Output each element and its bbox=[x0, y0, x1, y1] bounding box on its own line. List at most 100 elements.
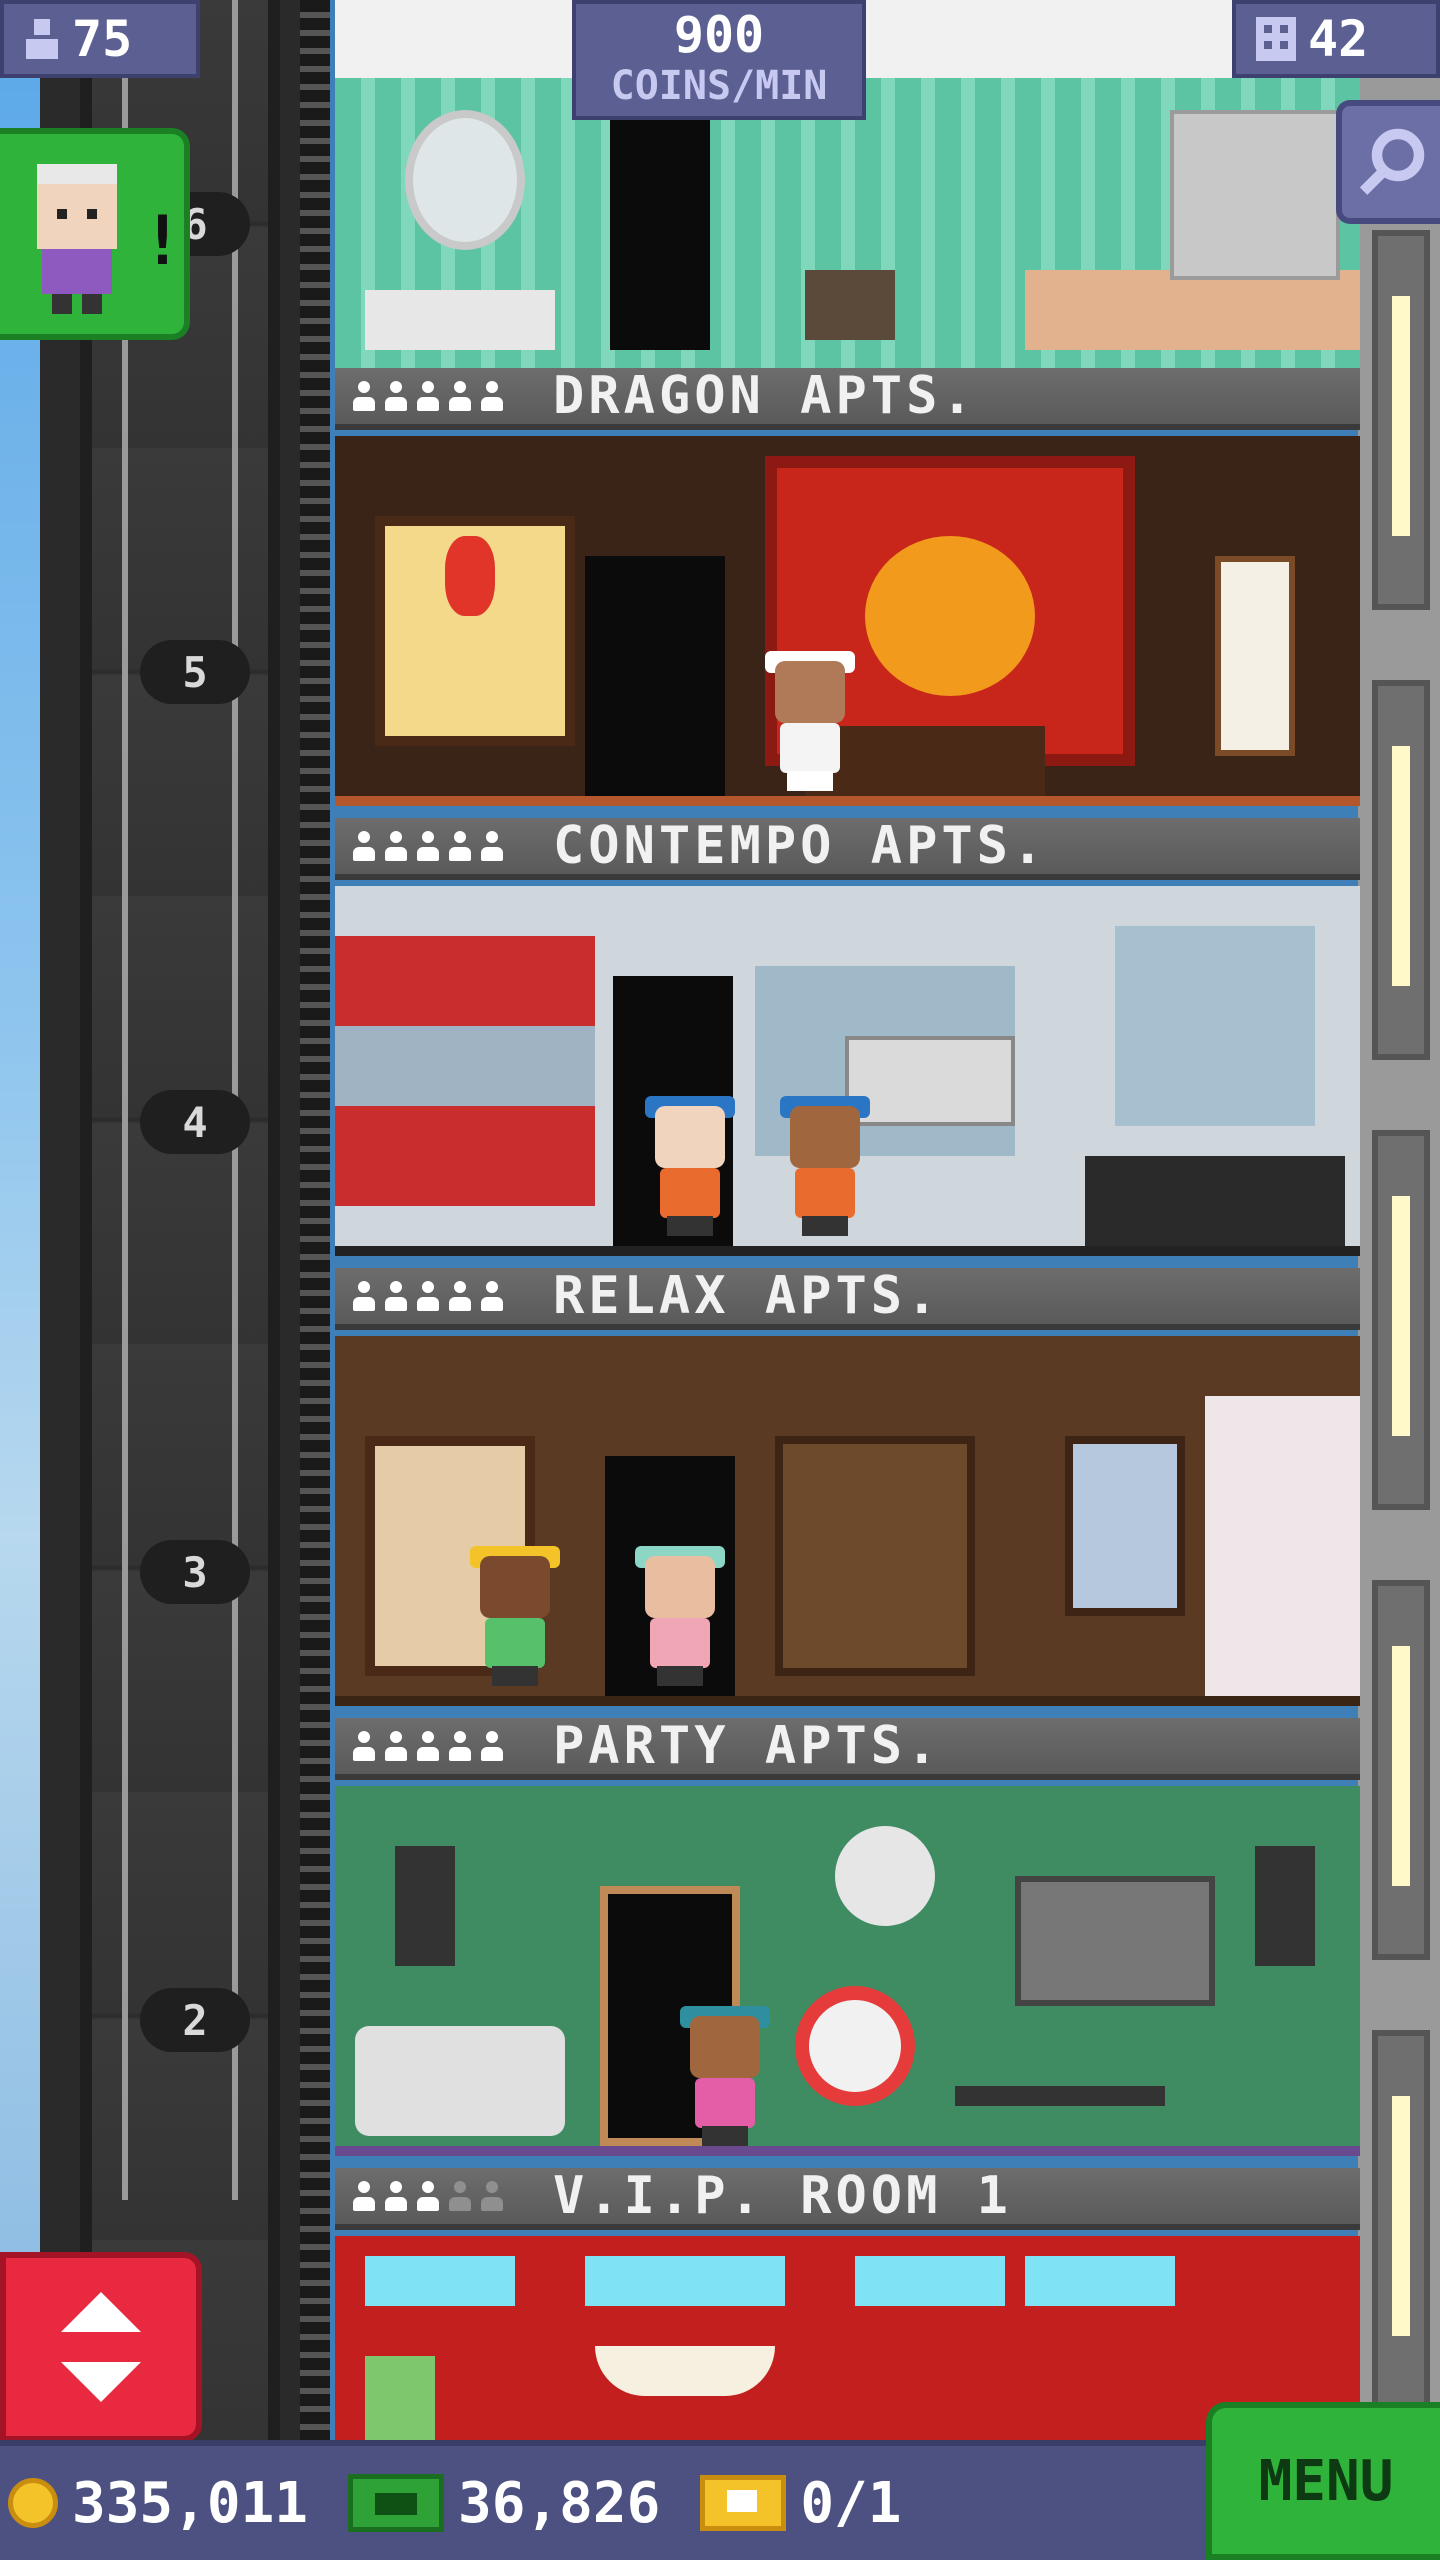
tv bbox=[1015, 1876, 1215, 2006]
money-painting bbox=[365, 2356, 435, 2440]
elevator-floor-number: 5 bbox=[140, 640, 250, 704]
floor-room-party[interactable] bbox=[335, 1786, 1360, 2156]
floor-stars bbox=[353, 381, 553, 411]
resident[interactable] bbox=[645, 1086, 735, 1236]
room-door bbox=[610, 120, 710, 350]
curtain bbox=[1205, 1396, 1360, 1696]
coins-per-minute-unit: COINS/MIN bbox=[610, 63, 828, 109]
person-icon bbox=[26, 19, 58, 59]
building-icon bbox=[1256, 17, 1296, 61]
coins-per-minute-value: 900 bbox=[673, 6, 765, 64]
star-icon bbox=[417, 381, 439, 411]
star-icon bbox=[481, 831, 503, 861]
window bbox=[1065, 1436, 1185, 1616]
alert-icon: ! bbox=[142, 202, 183, 281]
floor-count-value: 42 bbox=[1308, 10, 1369, 68]
zoom-button[interactable] bbox=[1336, 100, 1440, 224]
star-icon bbox=[449, 831, 471, 861]
floor-counter[interactable]: 42 bbox=[1232, 0, 1440, 78]
ticket-icon bbox=[700, 2475, 787, 2531]
floor-name: PARTY APTS. bbox=[553, 1716, 942, 1776]
star-icon bbox=[417, 1731, 439, 1761]
floor-label[interactable]: V.I.P. ROOM 1 bbox=[335, 2166, 1360, 2230]
star-icon bbox=[481, 1731, 503, 1761]
star-icon bbox=[449, 1281, 471, 1311]
floor-room-contempo[interactable] bbox=[335, 886, 1360, 1256]
mirror bbox=[405, 110, 525, 250]
visitor-avatar-icon bbox=[37, 164, 117, 314]
star-icon bbox=[449, 2181, 471, 2211]
artwork bbox=[845, 1036, 1015, 1126]
floor-stars bbox=[353, 2181, 553, 2211]
window-strip bbox=[335, 1026, 595, 1106]
floor-strip bbox=[335, 796, 1360, 806]
chandelier bbox=[595, 2346, 775, 2396]
star-icon bbox=[417, 1281, 439, 1311]
floor-strip bbox=[335, 1696, 1360, 1706]
elevator-floor-number: 2 bbox=[140, 1988, 250, 2052]
star-icon bbox=[353, 381, 375, 411]
star-icon bbox=[353, 1731, 375, 1761]
star-icon bbox=[385, 1281, 407, 1311]
elevator-button[interactable] bbox=[0, 2252, 202, 2442]
population-counter[interactable]: 75 bbox=[0, 0, 200, 78]
floor-name: V.I.P. ROOM 1 bbox=[553, 2166, 1012, 2226]
red-lantern bbox=[445, 536, 495, 616]
floor-name: DRAGON APTS. bbox=[553, 366, 977, 426]
vip-window bbox=[855, 2256, 1005, 2306]
coins-display[interactable]: 335,011 bbox=[8, 2471, 308, 2536]
wall-window bbox=[1372, 2030, 1430, 2410]
floor-label[interactable]: DRAGON APTS. bbox=[335, 366, 1360, 430]
magnifier-icon bbox=[1359, 128, 1425, 195]
bux-display[interactable]: 36,826 bbox=[348, 2471, 660, 2536]
star-icon bbox=[417, 2181, 439, 2211]
visitor-alert-button[interactable]: ! bbox=[0, 128, 190, 340]
coins-per-minute: 900 COINS/MIN bbox=[572, 0, 866, 120]
floor-room-relax[interactable] bbox=[335, 1336, 1360, 1706]
shelf-window bbox=[1115, 926, 1315, 1126]
wall-window bbox=[1372, 1130, 1430, 1510]
star-icon bbox=[353, 1281, 375, 1311]
floor-label[interactable]: CONTEMPO APTS. bbox=[335, 816, 1360, 880]
star-icon bbox=[481, 1281, 503, 1311]
vip-window bbox=[1025, 2256, 1175, 2306]
elevator-floor-number: 3 bbox=[140, 1540, 250, 1604]
room-door bbox=[585, 556, 725, 796]
star-icon bbox=[385, 381, 407, 411]
star-icon bbox=[385, 1731, 407, 1761]
floor-stars bbox=[353, 1731, 553, 1761]
resident[interactable] bbox=[470, 1536, 560, 1686]
resident[interactable] bbox=[635, 1536, 725, 1686]
floor-stars bbox=[353, 1281, 553, 1311]
elevator-shaft[interactable] bbox=[80, 0, 280, 2440]
tickets-display[interactable]: 0/1 bbox=[700, 2471, 901, 2536]
elevator-rail bbox=[300, 0, 330, 2440]
star-icon bbox=[353, 2181, 375, 2211]
resident[interactable] bbox=[765, 641, 855, 791]
coins-value: 335,011 bbox=[72, 2470, 309, 2536]
star-icon bbox=[481, 381, 503, 411]
vip-window bbox=[585, 2256, 785, 2306]
calligraphy-scroll bbox=[1215, 556, 1295, 756]
menu-button[interactable]: MENU bbox=[1206, 2402, 1440, 2560]
kitchen-counter bbox=[1025, 270, 1360, 350]
star-icon bbox=[417, 831, 439, 861]
floor-label[interactable]: RELAX APTS. bbox=[335, 1266, 1360, 1330]
resident[interactable] bbox=[680, 1996, 770, 2146]
wall-window bbox=[1372, 1580, 1430, 1960]
floor-strip bbox=[335, 2146, 1360, 2156]
floor-strip bbox=[335, 1246, 1360, 1256]
fridge bbox=[1170, 110, 1340, 280]
floor-room-vip[interactable] bbox=[335, 2236, 1360, 2440]
floor-room-dragon[interactable] bbox=[335, 436, 1360, 806]
floor-label[interactable]: PARTY APTS. bbox=[335, 1716, 1360, 1780]
resident[interactable] bbox=[780, 1086, 870, 1236]
egg-chair bbox=[795, 1986, 915, 2106]
star-icon bbox=[385, 831, 407, 861]
vanity-table bbox=[365, 290, 555, 350]
elevator-arrows-icon bbox=[61, 2292, 141, 2402]
speaker bbox=[1255, 1846, 1315, 1966]
bed bbox=[1085, 1156, 1345, 1246]
dragon-emblem bbox=[865, 536, 1035, 696]
star-icon bbox=[481, 2181, 503, 2211]
